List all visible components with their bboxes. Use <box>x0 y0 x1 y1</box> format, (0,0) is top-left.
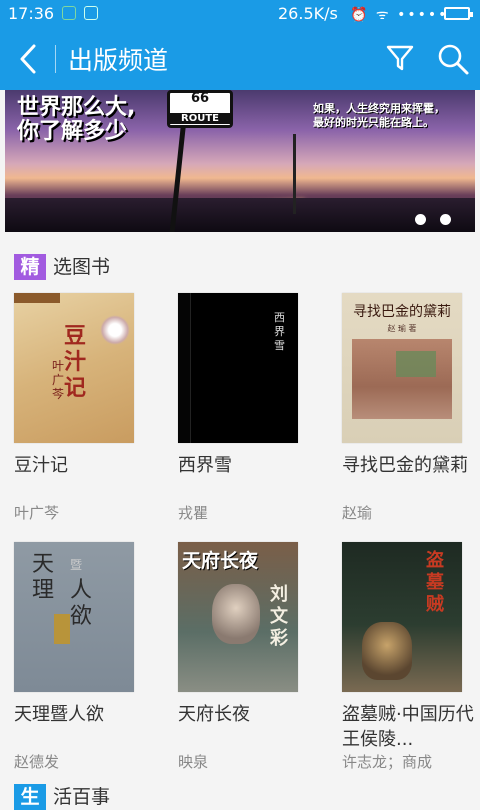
book-cover[interactable]: 寻找巴金的黛莉 赵 瑜 著 <box>342 293 462 443</box>
cover-portrait <box>212 584 260 644</box>
banner-caption-line1: 如果，人生终究用来挥霍， <box>313 102 445 115</box>
book-title[interactable]: 豆汁记 <box>14 453 152 478</box>
status-time: 17:36 <box>8 4 55 23</box>
cover-flower <box>100 315 130 345</box>
banner-headline-line2: 你了解多少 <box>17 119 128 144</box>
cover-stamp <box>396 351 436 377</box>
cover-title: 豆汁记 <box>64 323 87 401</box>
nav-divider <box>55 45 56 73</box>
cover-title-part1: 天理 <box>32 552 55 603</box>
carousel-dot[interactable] <box>440 214 451 225</box>
network-speed: 26.5K/s <box>278 4 338 23</box>
section-tag: 精 <box>14 254 46 280</box>
banner-headline: 世界那么大, 你了解多少 <box>17 96 135 144</box>
book-author: 赵德发 <box>14 753 60 771</box>
cover-artifact <box>362 622 412 680</box>
banner-caption: 如果，人生终究用来挥霍， 最好的时光只能在路上。 <box>313 102 445 130</box>
book-cover[interactable]: 盗墓贼 <box>342 542 462 692</box>
route-sign-label: ROUTE <box>170 113 230 124</box>
search-icon[interactable] <box>436 42 470 76</box>
banner-caption-line2: 最好的时光只能在路上。 <box>313 116 434 129</box>
book-cover[interactable]: 天理 暨 人欲 <box>14 542 134 692</box>
book-cover[interactable]: 豆汁记 叶广芩 <box>14 293 134 443</box>
promo-banner[interactable]: 66 ROUTE 世界那么大, 你了解多少 如果，人生终究用来挥霍， 最好的时光… <box>5 90 475 232</box>
page-title: 出版频道 <box>68 46 169 75</box>
book-title[interactable]: 盗墓贼·中国历代王侯陵... <box>342 702 480 752</box>
battery-icon <box>444 7 473 20</box>
cover-title: 寻找巴金的黛莉 <box>353 304 451 320</box>
book-author: 映泉 <box>178 753 209 771</box>
cover-seal <box>54 614 70 644</box>
book-author: 赵瑜 <box>342 504 373 522</box>
filter-icon[interactable] <box>384 42 416 74</box>
banner-headline-line1: 世界那么大, <box>17 95 136 120</box>
banner-ground <box>5 198 475 232</box>
cover-title-part3: 人欲 <box>70 578 93 629</box>
section-title: 选图书 <box>53 256 111 278</box>
cover-name: 刘文彩 <box>270 584 288 649</box>
book-title[interactable]: 天府长夜 <box>178 702 316 727</box>
cover-title-part2: 暨 <box>70 558 83 572</box>
back-arrow-icon[interactable] <box>14 40 44 78</box>
bus-notification-icon <box>84 6 98 20</box>
cover-title: 盗墓贼 <box>426 550 444 615</box>
book-title[interactable]: 西界雪 <box>178 453 316 478</box>
cover-title: 西界雪 <box>274 311 285 352</box>
book-author: 许志龙；商成 <box>342 753 433 771</box>
nav-bar: 出版频道 <box>0 28 480 90</box>
cover-title: 天府长夜 <box>182 550 259 572</box>
carousel-dot[interactable] <box>415 214 426 225</box>
banner-lamp-pole <box>293 134 296 214</box>
book-cover[interactable]: 西界雪 <box>178 293 298 443</box>
cover-band <box>14 293 60 303</box>
book-title[interactable]: 天理暨人欲 <box>14 702 152 727</box>
book-author: 叶广芩 <box>14 504 60 522</box>
carousel-indicator <box>415 210 465 229</box>
route-sign-number: 66 <box>190 91 210 106</box>
cover-author: 赵 瑜 著 <box>387 324 417 333</box>
section-title: 活百事 <box>53 786 111 808</box>
cover-spine <box>178 293 191 443</box>
cover-author: 叶广芩 <box>52 359 65 401</box>
book-title[interactable]: 寻找巴金的黛莉 <box>342 453 480 478</box>
shield-notification-icon <box>62 6 76 20</box>
section-tag: 生 <box>14 784 46 810</box>
book-author: 戎瞿 <box>178 504 209 522</box>
book-cover[interactable]: 天府长夜 刘文彩 <box>178 542 298 692</box>
status-bar: 17:36 26.5K/s ⏰ ᯤ ••••• <box>0 0 480 28</box>
route-66-sign: 66 ROUTE <box>167 90 233 128</box>
status-icons: ⏰ ᯤ ••••• <box>350 7 449 23</box>
